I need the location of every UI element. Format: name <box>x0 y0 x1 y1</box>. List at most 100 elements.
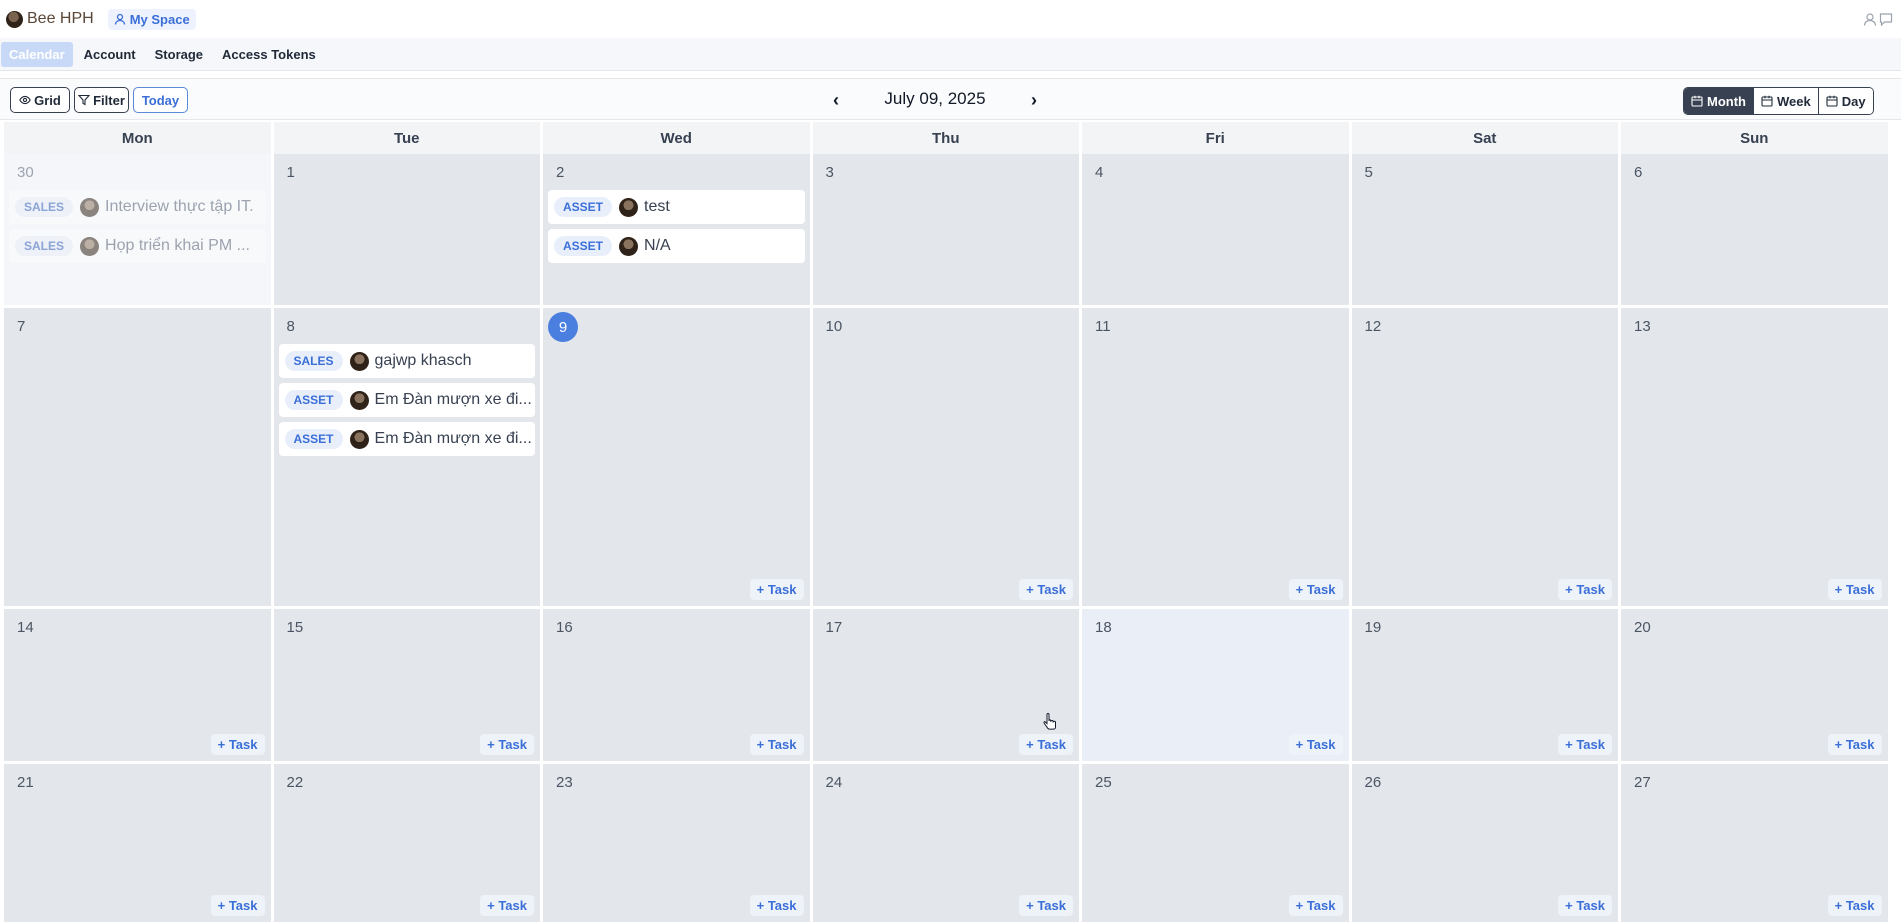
day-cell[interactable]: 24 + Task <box>812 764 1079 922</box>
add-task-button[interactable]: + Task <box>480 895 534 916</box>
view-month-label: Month <box>1707 93 1746 109</box>
day-cell[interactable]: 7 <box>4 308 271 606</box>
day-cell[interactable]: 6 <box>1621 154 1888 305</box>
add-task-button[interactable]: + Task <box>1827 895 1882 916</box>
day-cell[interactable]: 14 + Task <box>4 609 271 761</box>
day-cell[interactable]: 20 + Task <box>1621 609 1888 761</box>
day-number: 25 <box>1095 774 1112 791</box>
nav-calendar[interactable]: Calendar <box>1 41 73 67</box>
add-task-button[interactable]: + Task <box>1558 579 1612 600</box>
add-task-button[interactable]: + Task <box>1288 895 1343 916</box>
add-task-button[interactable]: + Task <box>210 734 265 755</box>
add-task-button[interactable]: + Task <box>1019 734 1073 755</box>
day-cell[interactable]: 16 + Task <box>543 609 810 761</box>
day-cell[interactable]: 21 + Task <box>4 764 271 922</box>
day-cell[interactable]: 19 + Task <box>1351 609 1618 761</box>
day-cell[interactable]: 9 + Task <box>543 308 810 606</box>
day-cell[interactable]: 13 + Task <box>1621 308 1888 606</box>
view-switcher: Month Week Day <box>1683 87 1874 115</box>
nav-access-tokens[interactable]: Access Tokens <box>214 42 324 67</box>
calendar-event[interactable]: ASSET N/A <box>548 229 805 263</box>
day-cell[interactable]: 3 <box>812 154 1079 305</box>
nav-account[interactable]: Account <box>76 42 144 67</box>
brand-name: Bee HPH <box>27 10 94 27</box>
next-month-button[interactable]: › <box>1024 89 1044 111</box>
add-task-button[interactable]: + Task <box>749 734 804 755</box>
nav-storage[interactable]: Storage <box>147 42 211 67</box>
user-icon[interactable] <box>1863 12 1877 26</box>
add-task-button[interactable]: + Task <box>210 895 265 916</box>
day-number: 11 <box>1095 318 1111 335</box>
event-title: test <box>644 198 670 215</box>
calendar-event[interactable]: ASSET Em Đàn mượn xe đi... <box>278 383 535 417</box>
add-task-button[interactable]: + Task <box>1288 579 1343 600</box>
prev-month-button[interactable]: ‹ <box>826 89 846 111</box>
event-category-tag: SALES <box>15 197 74 217</box>
add-task-button[interactable]: + Task <box>749 579 804 600</box>
day-number: 20 <box>1634 619 1651 636</box>
filter-label: Filter <box>93 92 125 108</box>
day-number: 4 <box>1095 164 1104 181</box>
add-task-button[interactable]: + Task <box>1558 734 1612 755</box>
pointer-cursor-icon <box>1043 713 1056 730</box>
today-button[interactable]: Today <box>133 87 188 113</box>
day-cell[interactable]: 22 + Task <box>273 764 540 922</box>
view-day-button[interactable]: Day <box>1818 88 1873 114</box>
top-right-actions <box>1863 12 1893 26</box>
day-cell[interactable]: 11 + Task <box>1082 308 1349 606</box>
event-category-tag: SALES <box>15 236 74 256</box>
weekday-header-wed: Wed <box>543 122 810 154</box>
day-number: 23 <box>556 774 573 791</box>
brand[interactable]: Bee HPH <box>6 10 94 28</box>
day-cell[interactable]: 23 + Task <box>543 764 810 922</box>
day-cell[interactable]: 27 + Task <box>1621 764 1888 922</box>
add-task-button[interactable]: + Task <box>1019 895 1073 916</box>
view-month-button[interactable]: Month <box>1684 88 1754 114</box>
my-space-button[interactable]: My Space <box>107 8 196 30</box>
day-number: 5 <box>1364 164 1373 181</box>
current-date-title: July 09, 2025 <box>884 89 986 108</box>
add-task-button[interactable]: + Task <box>1019 579 1073 600</box>
filter-button[interactable]: Filter <box>74 87 129 113</box>
day-cell[interactable]: 5 <box>1351 154 1618 305</box>
chat-icon[interactable] <box>1879 12 1893 26</box>
view-week-button[interactable]: Week <box>1753 88 1819 114</box>
day-cell[interactable]: 10 + Task <box>812 308 1079 606</box>
day-number: 15 <box>286 619 304 636</box>
filter-icon <box>78 94 91 106</box>
day-number: 24 <box>825 774 843 791</box>
day-cell[interactable]: 4 <box>1082 154 1349 305</box>
user-icon <box>114 13 125 25</box>
calendar-event[interactable]: SALES Họp triển khai PM ... <box>9 229 266 263</box>
calendar-event[interactable]: SALES gajwp khasch <box>278 344 535 378</box>
calendar-event[interactable]: ASSET Em Đàn mượn xe đi... <box>278 422 535 456</box>
day-number: 10 <box>825 318 843 335</box>
day-cell[interactable]: 18 + Task <box>1082 609 1349 761</box>
calendar-event[interactable]: SALES Interview thực tập IT. <box>9 190 266 224</box>
grid-button[interactable]: Grid <box>10 87 70 113</box>
day-number: 26 <box>1364 774 1382 791</box>
day-cell[interactable]: 12 + Task <box>1351 308 1618 606</box>
weekday-header-tue: Tue <box>273 122 540 154</box>
add-task-button[interactable]: + Task <box>1827 734 1882 755</box>
add-task-button[interactable]: + Task <box>749 895 804 916</box>
day-cell[interactable]: 15 + Task <box>273 609 540 761</box>
add-task-button[interactable]: + Task <box>1288 734 1343 755</box>
day-cell[interactable]: 17 + Task <box>812 609 1079 761</box>
event-category-tag: ASSET <box>284 429 343 449</box>
day-cell[interactable]: 8 SALES gajwp khasch ASSET Em Đàn mượn xe đi… <box>273 308 540 606</box>
calendar-toolbar: Grid Filter Today ‹ July 09, 2025 › Mont… <box>0 78 1901 120</box>
add-task-button[interactable]: + Task <box>480 734 534 755</box>
day-cell[interactable]: 30 SALES Interview thực tập IT. SALES Họp tr… <box>4 154 271 305</box>
view-week-label: Week <box>1776 93 1811 109</box>
calendar-event[interactable]: ASSET test <box>548 190 805 224</box>
day-cell[interactable]: 1 <box>273 154 540 305</box>
calendar-icon <box>1761 95 1773 107</box>
day-number: 27 <box>1634 774 1651 791</box>
day-cell[interactable]: 26 + Task <box>1351 764 1618 922</box>
day-cell[interactable]: 25 + Task <box>1082 764 1349 922</box>
day-cell[interactable]: 2 ASSET test ASSET N/A <box>543 154 810 305</box>
add-task-button[interactable]: + Task <box>1827 579 1882 600</box>
add-task-button[interactable]: + Task <box>1558 895 1612 916</box>
day-number: 30 <box>17 164 34 181</box>
